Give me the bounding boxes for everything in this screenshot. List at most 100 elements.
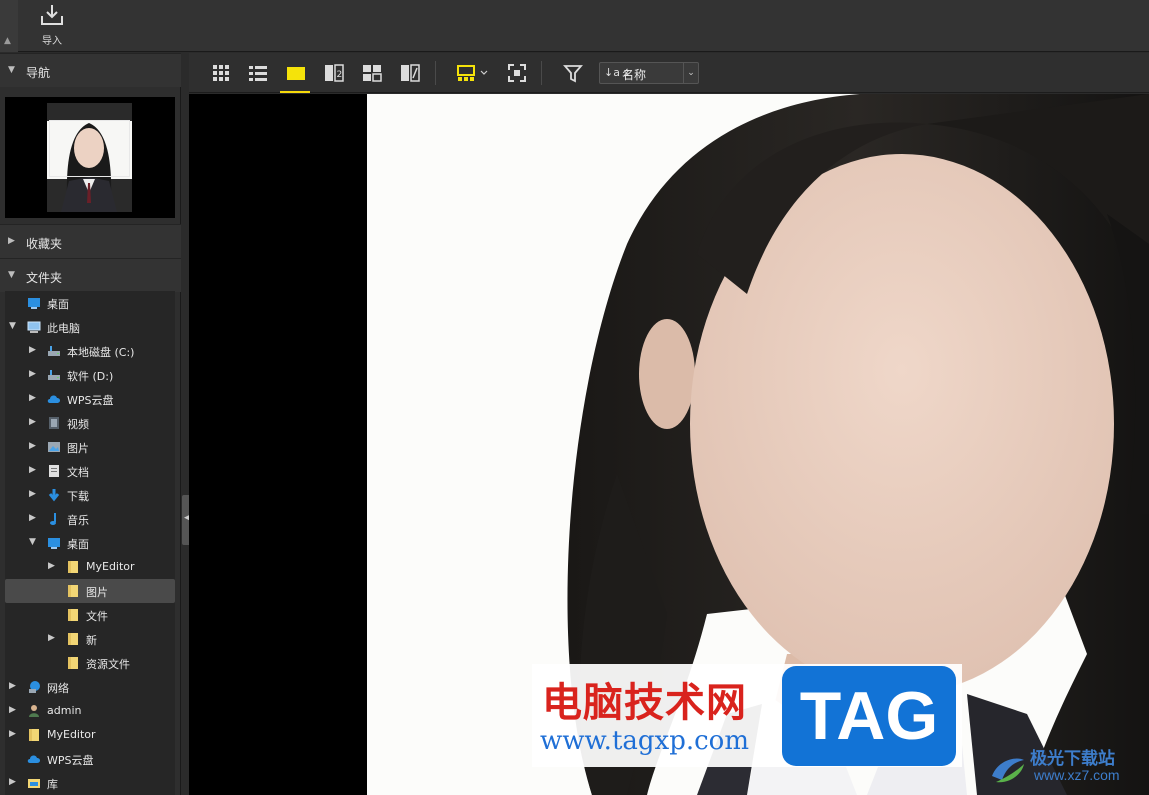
desktop-icon <box>28 298 40 309</box>
tree-item-label: 文件 <box>86 610 108 623</box>
tree-item[interactable]: ▶ MyEditor <box>5 555 175 579</box>
panel-splitter[interactable]: ◀ <box>181 53 194 795</box>
chevron-right-icon[interactable]: ▶ <box>29 345 36 355</box>
tree-item-label: 图片 <box>67 442 89 455</box>
filter-icon <box>563 65 583 83</box>
network-icon <box>29 681 40 693</box>
list-icon <box>249 66 267 81</box>
list-view-button[interactable] <box>246 61 270 85</box>
tree-item[interactable]: 资源文件 <box>5 651 175 675</box>
tree-item-label: MyEditor <box>47 728 96 741</box>
import-label: 导入 <box>42 36 62 47</box>
tree-item[interactable]: ▶ 新 <box>5 627 175 651</box>
tree-item-label: 图片 <box>86 586 108 599</box>
chevron-up-icon: ▲ <box>4 36 11 46</box>
chevron-right-icon[interactable]: ▶ <box>29 369 36 379</box>
chevron-right-icon[interactable]: ▶ <box>48 633 55 643</box>
tree-item-label: 新 <box>86 634 97 647</box>
cloud-icon <box>47 395 60 403</box>
tree-item-label: 音乐 <box>67 514 89 527</box>
watermark-url: www.tagxp.com <box>540 726 749 756</box>
grid-icon <box>213 65 229 81</box>
before-after-button[interactable] <box>398 61 422 85</box>
view-toolbar: 2 ↓a z 名称 ⌄ <box>189 53 1149 93</box>
folder-icon <box>68 561 78 573</box>
drive-icon <box>48 370 60 380</box>
chevron-right-icon[interactable]: ▶ <box>9 777 16 787</box>
chevron-right-icon[interactable]: ▶ <box>29 393 36 403</box>
chevron-right-icon[interactable]: ▶ <box>9 729 16 739</box>
chevron-down-icon: ⌄ <box>683 63 698 83</box>
sort-select[interactable]: ↓a z 名称 ⌄ <box>599 62 699 84</box>
tree-item[interactable]: ▶ 图片 <box>5 435 175 459</box>
tree-item[interactable]: ▶ 本地磁盘 (C:) <box>5 339 175 363</box>
grid-view-button[interactable] <box>209 61 233 85</box>
compare-four-icon <box>363 65 382 82</box>
layout-dropdown-button[interactable] <box>455 61 491 85</box>
tree-item-label: admin <box>47 704 82 717</box>
chevron-down-icon: ▼ <box>8 270 15 280</box>
compare-four-button[interactable] <box>360 61 384 85</box>
tree-item[interactable]: ▶ 软件 (D:) <box>5 363 175 387</box>
computer-icon <box>27 321 41 333</box>
tree-item[interactable]: 文件 <box>5 603 175 627</box>
chevron-right-icon[interactable]: ▶ <box>29 465 36 475</box>
favorites-title: 收藏夹 <box>26 237 63 251</box>
tree-item-label: 本地磁盘 (C:) <box>67 346 135 359</box>
tree-item[interactable]: ▶ 音乐 <box>5 507 175 531</box>
brand-name: 极光下载站 <box>1030 749 1115 769</box>
import-button[interactable]: 导入 <box>30 2 74 48</box>
collapse-toolbar-button[interactable]: ▲ <box>0 0 18 52</box>
tree-item[interactable]: ▼ 桌面 <box>5 531 175 555</box>
navigation-header[interactable]: ▼ 导航 <box>0 53 181 87</box>
chevron-right-icon[interactable]: ▶ <box>29 489 36 499</box>
document-icon <box>49 465 59 477</box>
before-after-icon <box>401 64 420 82</box>
chevron-right-icon[interactable]: ▶ <box>29 441 36 451</box>
tree-item[interactable]: WPS云盘 <box>5 747 175 771</box>
favorites-header[interactable]: ▶ 收藏夹 <box>0 224 181 258</box>
single-view-button[interactable] <box>280 61 310 93</box>
toolbar-separator <box>435 61 436 85</box>
folders-header[interactable]: ▼ 文件夹 <box>0 258 181 292</box>
chevron-right-icon[interactable]: ▶ <box>9 681 16 691</box>
tree-item-label: 网络 <box>47 682 69 695</box>
chevron-down-icon[interactable]: ▼ <box>29 537 36 547</box>
tree-item-label: 文档 <box>67 466 89 479</box>
tree-item-label: 此电脑 <box>47 322 80 335</box>
brand-watermark: 极光下载站 www.xz7.com <box>988 742 1148 792</box>
tree-item[interactable]: ▶ 文档 <box>5 459 175 483</box>
filter-button[interactable] <box>561 61 585 85</box>
tree-item[interactable]: ▶ 视频 <box>5 411 175 435</box>
toolbar-separator <box>541 61 542 85</box>
tree-item-label: WPS云盘 <box>47 754 94 767</box>
navigator-preview[interactable] <box>5 97 175 218</box>
folder-icon <box>68 609 78 621</box>
chevron-down-icon[interactable]: ▼ <box>9 321 16 331</box>
tree-item[interactable]: ▼ 此电脑 <box>5 315 175 339</box>
chevron-right-icon[interactable]: ▶ <box>48 561 55 571</box>
tree-item-label: 库 <box>47 778 58 791</box>
tree-item-label: 桌面 <box>47 298 69 311</box>
tree-item[interactable]: ▶ 下载 <box>5 483 175 507</box>
single-view-icon <box>287 67 305 80</box>
tree-item-label: WPS云盘 <box>67 394 114 407</box>
tree-item[interactable]: ▶ MyEditor <box>5 723 175 747</box>
tree-item-label: 资源文件 <box>86 658 130 671</box>
tree-item[interactable]: 图片 <box>5 579 175 603</box>
chevron-right-icon[interactable]: ▶ <box>29 417 36 427</box>
folder-icon <box>29 729 39 741</box>
fit-screen-button[interactable] <box>505 61 529 85</box>
compare-two-button[interactable]: 2 <box>322 61 346 85</box>
chevron-right-icon[interactable]: ▶ <box>9 705 16 715</box>
tree-item[interactable]: ▶ admin <box>5 699 175 723</box>
tree-item[interactable]: ▶ WPS云盘 <box>5 387 175 411</box>
folder-icon <box>68 657 78 669</box>
tree-item[interactable]: ▶ 库 <box>5 771 175 795</box>
fullscreen-icon <box>508 64 526 82</box>
tree-item[interactable]: 桌面 <box>5 291 175 315</box>
chevron-right-icon[interactable]: ▶ <box>29 513 36 523</box>
tree-item[interactable]: ▶ 网络 <box>5 675 175 699</box>
folder-icon <box>68 585 78 597</box>
download-icon <box>48 489 60 502</box>
